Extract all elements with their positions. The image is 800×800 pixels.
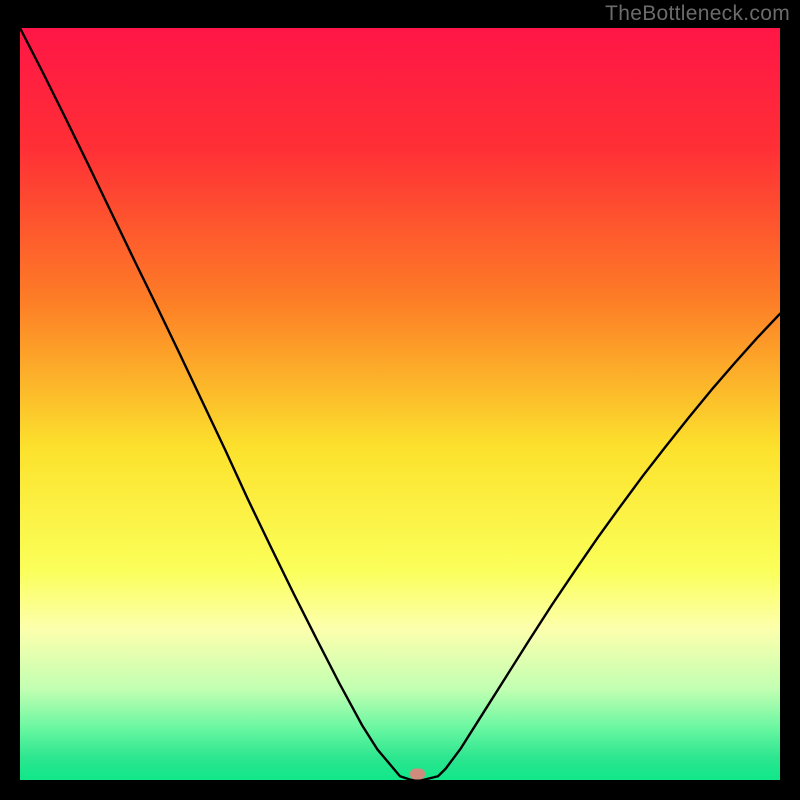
chart-plot [20,28,780,780]
optimal-point-marker [410,768,425,779]
watermark-label: TheBottleneck.com [605,2,790,26]
chart-background [20,28,780,780]
chart-frame: TheBottleneck.com [0,0,800,800]
chart-svg [20,28,780,780]
